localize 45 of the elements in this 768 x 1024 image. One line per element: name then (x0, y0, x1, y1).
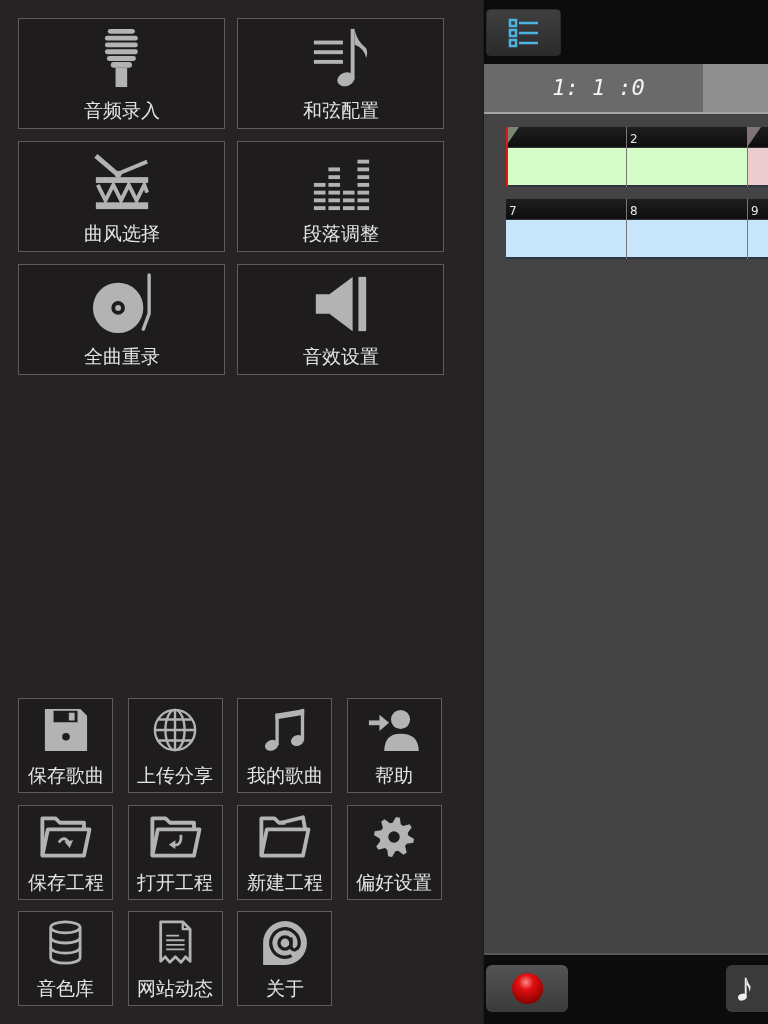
measure-block[interactable] (506, 219, 626, 259)
menu-tile[interactable]: 保存歌曲 (18, 698, 113, 793)
vinyl-record-icon (90, 273, 153, 335)
measure-block[interactable] (627, 147, 747, 187)
measure-number: 2 (629, 132, 638, 147)
menu-tile[interactable]: 帮助 (346, 698, 442, 793)
measure-block[interactable] (627, 219, 747, 259)
folder-arrow-icon (38, 813, 93, 860)
database-icon (47, 920, 84, 966)
eighth-note-icon (736, 975, 751, 1002)
globe-icon (152, 707, 199, 753)
folder-arrow-icon (147, 813, 203, 860)
note-button[interactable] (726, 965, 768, 1012)
measure-block[interactable] (748, 219, 768, 259)
measure-number: 8 (629, 204, 638, 219)
at-sign-bubble-icon (261, 920, 308, 966)
timeline-strip (703, 64, 768, 112)
document-icon (156, 920, 194, 966)
measure-number: 9 (750, 204, 759, 219)
menu-tile[interactable]: 全曲重录 (18, 264, 225, 375)
menu-tile[interactable]: 音效设置 (237, 264, 444, 375)
measure-block[interactable] (748, 147, 768, 187)
menu-tile[interactable]: 新建工程 (237, 804, 333, 900)
record-icon (510, 972, 544, 1005)
microphone-icon (102, 27, 141, 89)
menu-tile[interactable]: 偏好设置 (346, 804, 442, 900)
menu-tile[interactable]: 音频录入 (18, 18, 225, 129)
menu-tile[interactable]: 上传分享 (127, 698, 223, 793)
menu-tile[interactable]: 段落调整 (237, 141, 444, 252)
person-arrow-icon (367, 707, 422, 753)
measure-block[interactable] (506, 147, 626, 187)
list-icon (507, 17, 540, 48)
menu-tile[interactable]: 我的歌曲 (237, 698, 333, 793)
menu-tile[interactable]: 网站动态 (127, 911, 223, 1006)
menu-tile[interactable]: 音色库 (18, 911, 113, 1006)
folder-icon (257, 813, 313, 860)
menu-tile[interactable]: 曲风选择 (18, 141, 225, 252)
list-button[interactable] (486, 9, 561, 56)
record-button[interactable] (486, 965, 568, 1012)
position-display: 1: 1 :0 (484, 64, 703, 112)
menu-tile[interactable]: 关于 (237, 911, 333, 1006)
menu-tile[interactable]: 和弦配置 (237, 18, 444, 129)
menu-tile[interactable]: 打开工程 (127, 804, 223, 900)
menu-tile[interactable]: 保存工程 (18, 804, 113, 900)
measure-number: 7 (508, 204, 517, 219)
